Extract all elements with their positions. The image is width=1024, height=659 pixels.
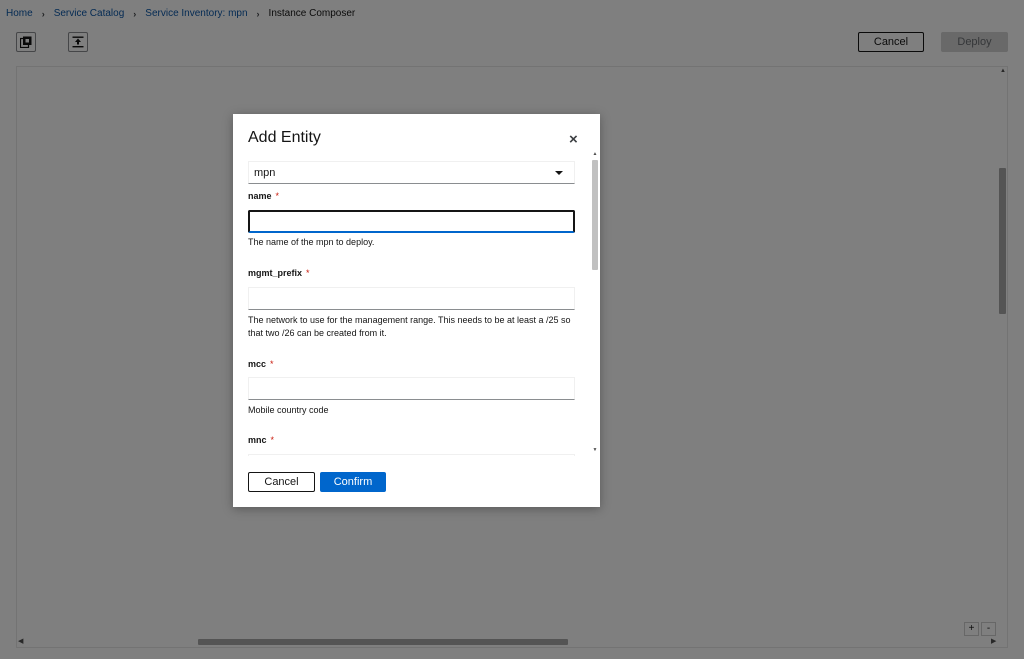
confirm-button[interactable]: Confirm [320, 472, 386, 492]
entity-type-value: mpn [254, 167, 276, 179]
required-indicator: * [270, 359, 274, 369]
mcc-helper-text: Mobile country code [248, 405, 329, 415]
required-indicator: * [270, 435, 275, 445]
modal-scroll-thumb[interactable] [592, 160, 598, 270]
name-helper-text: The name of the mpn to deploy. [248, 237, 375, 247]
entity-type-select[interactable]: mpn [248, 161, 575, 184]
modal-scrollbar[interactable]: ▲ ▼ [591, 151, 599, 455]
mgmt-prefix-helper-text: The network to use for the management ra… [248, 315, 571, 338]
required-indicator: * [275, 191, 280, 201]
add-entity-modal: Add Entity × mpn name * The name of the m… [233, 114, 600, 507]
mgmt-prefix-input[interactable] [248, 287, 575, 310]
close-icon[interactable]: × [569, 132, 578, 147]
scroll-down-icon[interactable]: ▼ [591, 447, 599, 453]
modal-body[interactable]: mpn name * The name of the mpn to deploy.… [248, 154, 600, 456]
mcc-input[interactable] [248, 377, 575, 400]
mgmt-prefix-label: mgmt_prefix * [248, 268, 310, 278]
name-label: name * [248, 191, 280, 201]
mcc-label: mcc * [248, 359, 274, 369]
required-indicator: * [306, 268, 310, 278]
modal-cancel-button[interactable]: Cancel [248, 472, 315, 492]
modal-title: Add Entity [248, 129, 321, 146]
name-input[interactable] [248, 210, 575, 233]
mnc-label: mnc * [248, 435, 275, 445]
scroll-up-icon[interactable]: ▲ [591, 151, 599, 157]
mnc-input[interactable] [248, 454, 575, 456]
caret-down-icon [555, 171, 563, 175]
